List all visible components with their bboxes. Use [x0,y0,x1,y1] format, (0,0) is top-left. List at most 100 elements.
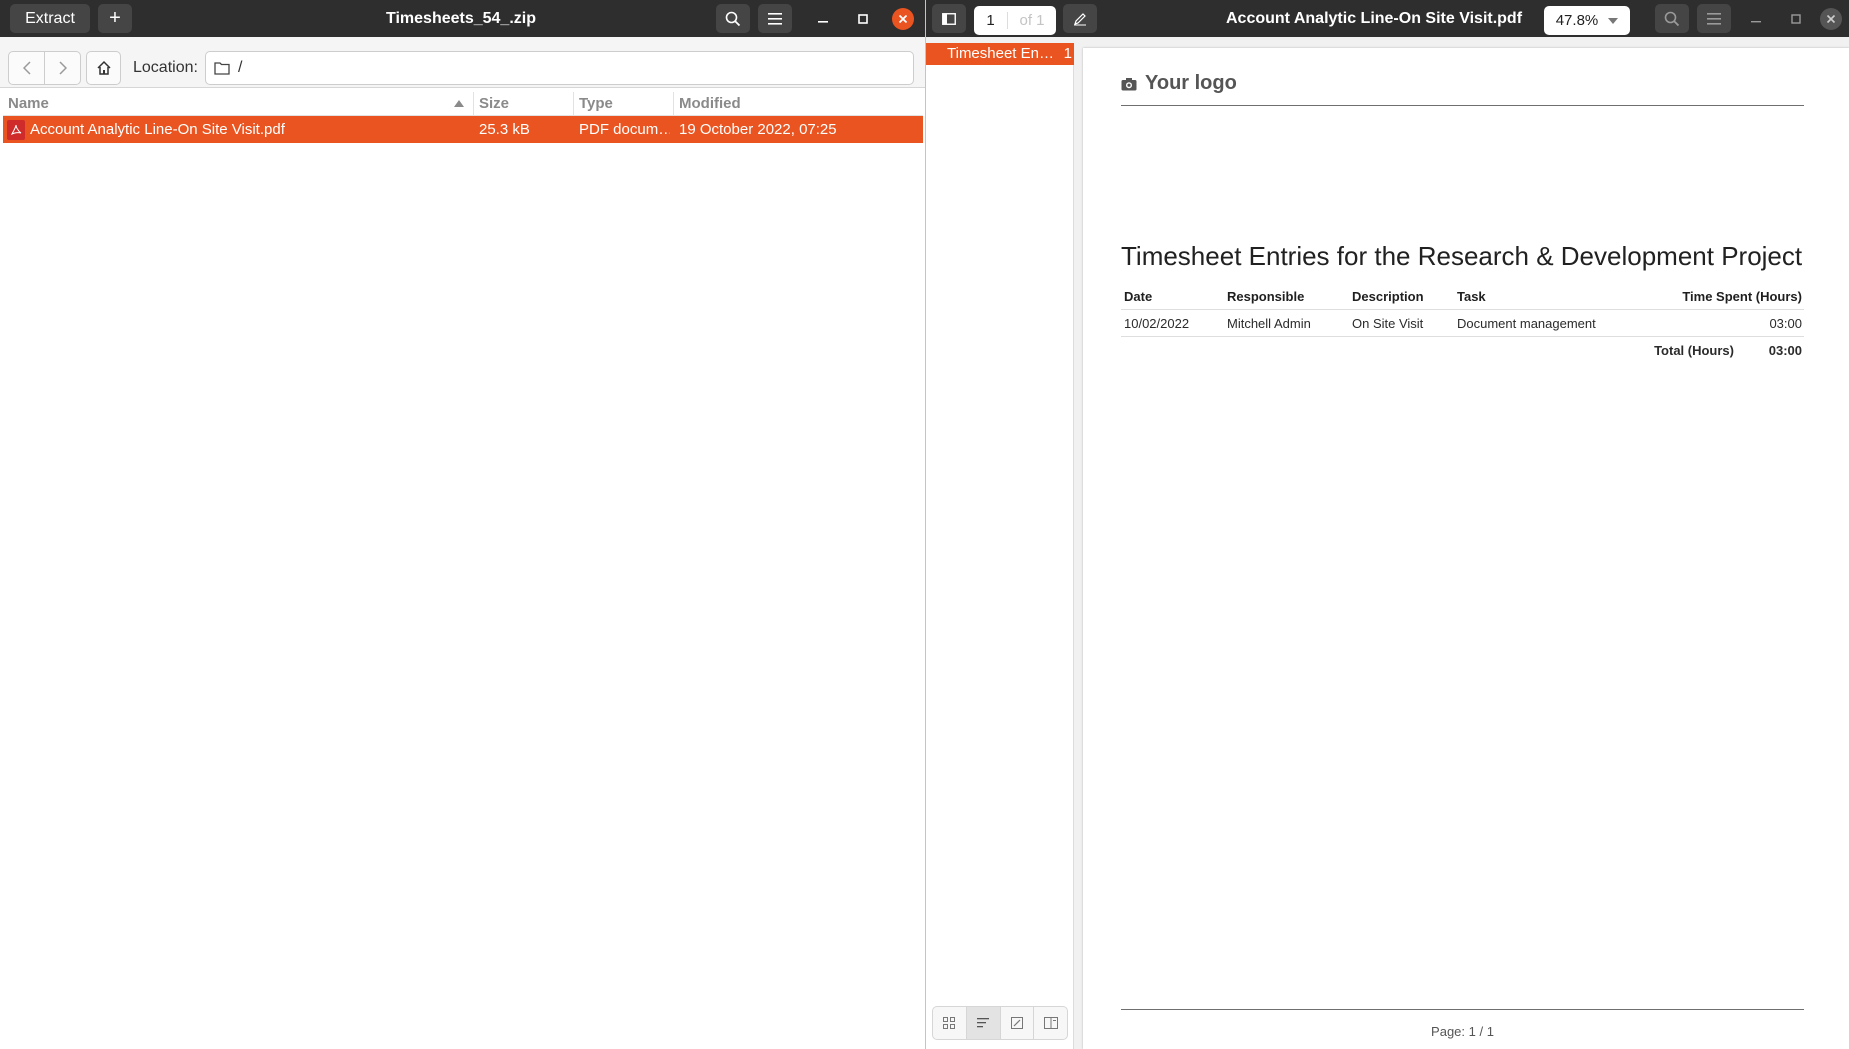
viewer-maximize-button[interactable] [1785,8,1807,30]
table-cell: 03:00 [1769,316,1802,331]
location-field[interactable]: / [205,51,914,85]
location-bar: Location: / [0,37,925,88]
viewer-close-button[interactable] [1820,8,1842,30]
table-cell: Document management [1457,316,1596,331]
add-files-button[interactable]: + [98,4,132,33]
logo-text: Your logo [1145,72,1237,94]
sidebar-view-switcher [932,1006,1068,1040]
table-header-cell: Task [1457,289,1486,304]
footer-rule [1121,1009,1804,1010]
file-modified: 19 October 2022, 07:25 [679,121,837,138]
chevron-left-icon [22,61,31,75]
outline-item-page: 1 [1063,45,1072,62]
sidebar-icon [942,12,956,25]
column-name-header[interactable]: Name [3,92,474,116]
table-cell: Mitchell Admin [1227,316,1311,331]
total-value: 03:00 [1768,343,1802,358]
book-icon [1043,1017,1058,1029]
sort-ascending-icon [454,100,464,107]
column-type-header[interactable]: Type [574,92,674,116]
table-header-row: Date Responsible Description Task Time S… [1121,283,1804,310]
current-page: 1 [974,12,1008,29]
table-header-cell: Time Spent (Hours) [1682,289,1802,304]
search-icon [1664,11,1680,27]
archive-manager-window: Extract + Timesheets_54_.zip Location: /… [0,0,926,1049]
document-heading: Timesheet Entries for the Research & Dev… [1121,241,1803,271]
column-size-header[interactable]: Size [474,92,574,116]
archive-minimize-button[interactable] [812,8,834,30]
column-modified-header[interactable]: Modified [674,92,923,116]
total-label: Total (Hours) [1654,343,1734,358]
thumbnails-view-button[interactable] [933,1007,967,1039]
table-header-cell: Responsible [1227,289,1305,304]
column-name-label: Name [8,95,49,112]
maximize-icon [1791,14,1801,24]
outline-view-button[interactable] [966,1007,1001,1039]
file-name: Account Analytic Line-On Site Visit.pdf [30,121,285,138]
annotate-button[interactable] [1063,4,1097,33]
home-icon [96,60,112,76]
chevron-right-icon [58,61,67,75]
maximize-icon [858,14,868,24]
file-type: PDF docum… [579,121,670,138]
table-header-cell: Date [1124,289,1153,304]
page-count: of 1 [1019,12,1045,29]
page-footer: Page: 1 / 1 [1431,1024,1494,1039]
archive-menu-button[interactable] [758,4,792,33]
table-cell: 10/02/2022 [1124,316,1190,331]
hamburger-menu-icon [1707,12,1721,25]
minimize-icon [818,14,828,24]
outline-item-title: Timesheet En… [947,45,1054,62]
viewer-search-button[interactable] [1655,4,1689,33]
table-cell: On Site Visit [1352,316,1424,331]
pdf-file-icon [7,120,25,140]
header-rule [1121,105,1804,106]
forward-button[interactable] [44,51,81,85]
file-list-header: Name Size Type Modified [3,92,923,116]
table-total-row: Total (Hours) 03:00 [1121,337,1804,364]
table-row: 10/02/2022 Mitchell Admin On Site Visit … [1121,310,1804,337]
column-type-label: Type [579,95,613,112]
grid-icon [943,1017,956,1029]
column-modified-label: Modified [679,95,741,112]
document-page [1083,48,1849,1049]
sidebar-toggle-button[interactable] [932,4,966,33]
camera-icon [1121,77,1137,91]
zoom-selector[interactable]: 47.8% [1544,6,1630,35]
minimize-icon [1751,14,1761,24]
table-header-cell: Description [1352,289,1424,304]
viewer-minimize-button[interactable] [1745,8,1767,30]
viewer-headerbar: 1 of 1 Account Analytic Line-On Site Vis… [926,0,1849,37]
pencil-icon [1073,12,1087,26]
outline-item[interactable]: Timesheet En… 1 [926,43,1074,65]
file-list-row[interactable]: Account Analytic Line-On Site Visit.pdf … [3,116,923,143]
extract-button[interactable]: Extract [10,4,90,33]
location-label: Location: [133,59,198,76]
column-size-label: Size [479,95,510,112]
archive-search-button[interactable] [716,4,750,33]
zoom-value: 47.8% [1555,12,1599,29]
list-icon [977,1017,990,1029]
document-viewer-window: 1 of 1 Account Analytic Line-On Site Vis… [926,0,1849,1049]
viewer-menu-button[interactable] [1697,4,1731,33]
page-number-entry[interactable]: 1 of 1 [974,6,1056,35]
hamburger-menu-icon [768,12,782,25]
archive-headerbar: Extract + Timesheets_54_.zip [0,0,925,37]
home-button[interactable] [86,51,121,85]
outline-sidebar: Timesheet En… 1 [926,43,1074,1049]
close-icon [898,14,908,24]
close-icon [1826,14,1836,24]
folder-icon [214,61,230,75]
annotation-icon [1010,1017,1023,1029]
archive-window-title: Timesheets_54_.zip [385,10,536,27]
back-button[interactable] [8,51,45,85]
archive-maximize-button[interactable] [852,8,874,30]
annotations-view-button[interactable] [1001,1007,1035,1039]
bookmarks-view-button[interactable] [1034,1007,1067,1039]
document-logo: Your logo [1121,72,1237,95]
archive-close-button[interactable] [892,8,914,30]
location-path: / [238,59,243,76]
search-icon [725,11,741,27]
viewer-window-title: Account Analytic Line-On Site Visit.pdf [1226,10,1523,27]
file-size: 25.3 kB [479,121,530,138]
